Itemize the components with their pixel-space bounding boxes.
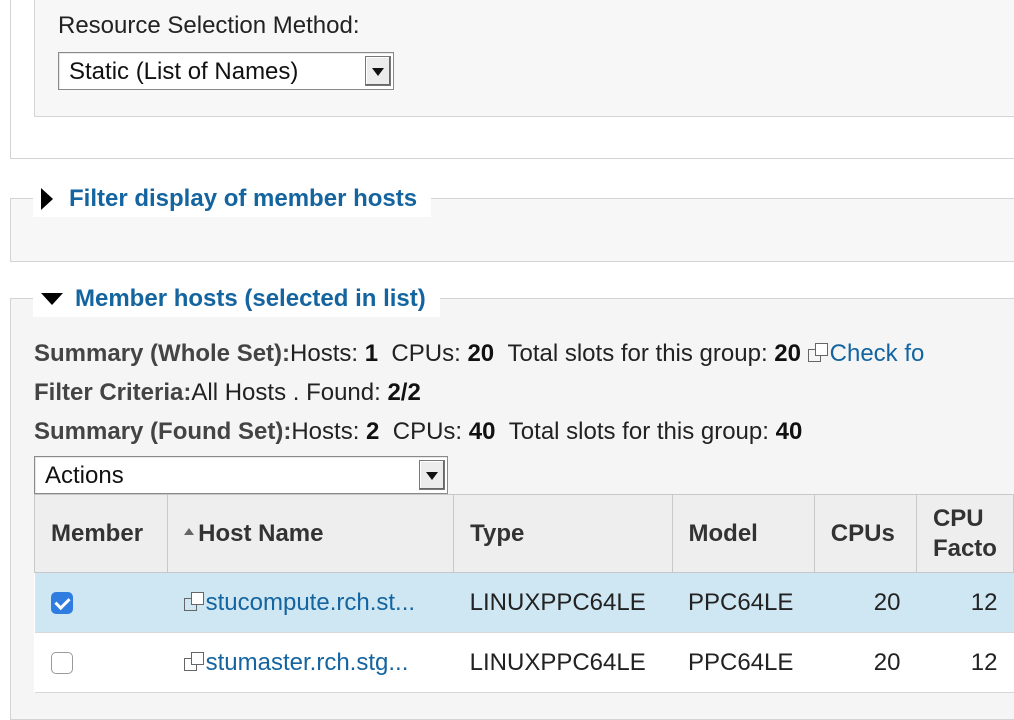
member-hosts-toggle[interactable]: Member hosts (selected in list) xyxy=(33,281,440,317)
summary-found-label: Summary (Found Set): xyxy=(34,418,292,445)
member-cell xyxy=(34,632,168,693)
summary-whole-cpus: 20 xyxy=(467,340,495,367)
host-name-cell: stucompute.rch.st... xyxy=(167,572,454,633)
summary-whole-set: Summary (Whole Set):Hosts: 1 CPUs: 20 To… xyxy=(34,340,924,368)
member-checkbox[interactable] xyxy=(50,652,73,675)
check-link[interactable]: Check fo xyxy=(830,340,925,367)
collapse-triangle-icon[interactable] xyxy=(41,293,63,305)
dropdown-arrow-icon[interactable] xyxy=(365,56,391,86)
summary-whole-hosts: 1 xyxy=(364,340,379,367)
resource-selection-label: Resource Selection Method: xyxy=(58,12,360,39)
summary-whole-slots: 20 xyxy=(774,340,801,367)
host-link[interactable]: stucompute.rch.st... xyxy=(206,589,415,616)
resource-selection-select[interactable]: Static (List of Names) xyxy=(58,52,394,90)
summary-whole-slots-label: Total slots for this group: xyxy=(507,340,775,367)
host-link[interactable]: stumaster.rch.stg... xyxy=(206,649,409,676)
column-header-member[interactable]: Member xyxy=(33,494,169,573)
external-link-icon[interactable] xyxy=(807,343,830,363)
column-header-cpu-factor[interactable]: CPU Facto xyxy=(915,494,1014,573)
member-hosts-table: Member Host Name Type Model CPUs CPU Fact… xyxy=(33,494,1014,693)
summary-whole-label: Summary (Whole Set): xyxy=(34,340,291,367)
expand-triangle-icon[interactable] xyxy=(41,188,53,210)
column-header-type[interactable]: Type xyxy=(453,494,673,573)
column-header-model[interactable]: Model xyxy=(671,494,815,573)
actions-select-value: Actions xyxy=(45,462,124,489)
actions-select[interactable]: Actions xyxy=(34,456,448,494)
summary-whole-hosts-label: Hosts: xyxy=(290,340,365,367)
summary-found-slots-label: Total slots for this group: xyxy=(508,418,776,445)
cpus-cell: 20 xyxy=(814,572,917,633)
cpu-factor-cell: 12 xyxy=(916,632,1014,693)
external-link-icon[interactable] xyxy=(183,591,206,612)
summary-found-cpus: 40 xyxy=(468,418,496,445)
member-cell xyxy=(34,572,168,633)
filter-toggle[interactable]: Filter display of member hosts xyxy=(33,181,432,217)
filter-criteria-found: 2/2 xyxy=(387,379,421,406)
summary-found-hosts-label: Hosts: xyxy=(291,418,367,445)
sort-ascending-icon xyxy=(184,527,195,535)
model-cell: PPC64LE xyxy=(672,572,815,633)
dropdown-arrow-icon[interactable] xyxy=(419,460,445,490)
filter-criteria-text: All Hosts . Found: xyxy=(191,379,388,406)
table-row[interactable]: stumaster.rch.stg... LINUXPPC64LE PPC64L… xyxy=(34,632,1014,693)
column-header-cpus[interactable]: CPUs xyxy=(813,494,917,573)
external-link-icon[interactable] xyxy=(183,651,206,672)
cpu-factor-cell: 12 xyxy=(916,572,1014,633)
column-header-host-name[interactable]: Host Name xyxy=(167,494,455,573)
type-cell: LINUXPPC64LE xyxy=(453,632,672,693)
host-name-cell: stumaster.rch.stg... xyxy=(167,632,454,693)
member-hosts-title[interactable]: Member hosts (selected in list) xyxy=(75,285,426,313)
summary-found-cpus-label: CPUs: xyxy=(392,418,469,445)
cpus-cell: 20 xyxy=(814,632,917,693)
type-cell: LINUXPPC64LE xyxy=(453,572,672,633)
column-header-cpu-factor-line1: CPU xyxy=(932,504,984,532)
summary-found-slots: 40 xyxy=(775,418,803,445)
summary-found-set: Summary (Found Set):Hosts: 2 CPUs: 40 To… xyxy=(34,418,802,446)
filter-section-title[interactable]: Filter display of member hosts xyxy=(69,185,417,213)
filter-criteria: Filter Criteria:All Hosts . Found: 2/2 xyxy=(34,379,421,407)
resource-selection-value: Static (List of Names) xyxy=(69,58,299,85)
summary-whole-cpus-label: CPUs: xyxy=(391,340,468,367)
filter-fieldset: Filter display of member hosts xyxy=(10,181,1014,262)
column-header-host-name-label: Host Name xyxy=(198,519,324,547)
summary-found-hosts: 2 xyxy=(366,418,380,445)
member-checkbox[interactable] xyxy=(50,592,73,615)
table-row[interactable]: stucompute.rch.st... LINUXPPC64LE PPC64L… xyxy=(34,572,1014,633)
model-cell: PPC64LE xyxy=(672,632,815,693)
column-header-cpu-factor-line2: Facto xyxy=(932,534,997,562)
filter-criteria-label: Filter Criteria: xyxy=(34,379,192,406)
